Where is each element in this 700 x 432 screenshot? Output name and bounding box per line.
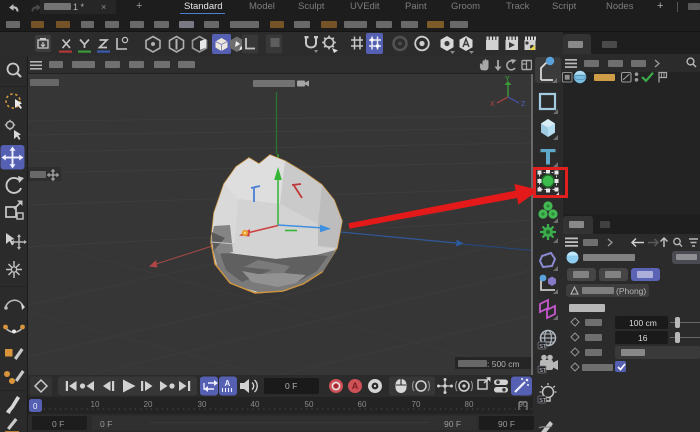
svg-text:30: 30	[198, 400, 207, 409]
svg-text:A: A	[225, 379, 231, 388]
svg-text:Y: Y	[505, 76, 510, 83]
svg-text:40: 40	[251, 400, 260, 409]
svg-text:X: X	[490, 101, 495, 108]
svg-text:ST: ST	[539, 368, 547, 374]
svg-text:ST: ST	[539, 398, 547, 404]
svg-text:20: 20	[144, 400, 153, 409]
svg-text:60: 60	[358, 400, 367, 409]
svg-text:10: 10	[91, 400, 100, 409]
svg-text:50: 50	[305, 400, 314, 409]
svg-text:80: 80	[465, 400, 474, 409]
svg-text:ST: ST	[539, 344, 547, 350]
svg-text:Z: Z	[521, 101, 526, 108]
svg-text:0 F: 0 F	[285, 381, 297, 391]
svg-text:0: 0	[33, 402, 38, 411]
svg-text:70: 70	[412, 400, 421, 409]
svg-text:A: A	[352, 381, 359, 391]
